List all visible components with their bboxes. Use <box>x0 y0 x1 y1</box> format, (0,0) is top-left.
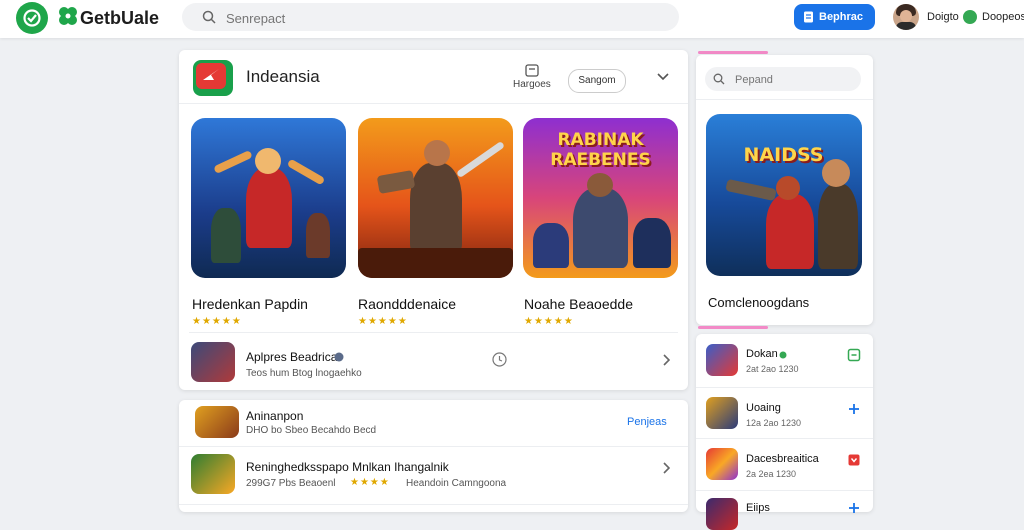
row-title[interactable]: Aninanpon <box>246 409 303 423</box>
avatar[interactable] <box>893 4 919 30</box>
side-search-input[interactable] <box>733 71 857 89</box>
app-row-icon[interactable] <box>191 454 235 494</box>
user-name[interactable]: Doigto <box>927 11 959 23</box>
featured-tile-image[interactable]: RABINAK RAEBENES <box>523 118 678 278</box>
app-icon <box>193 60 233 96</box>
divider <box>179 504 688 505</box>
list-item-title[interactable]: Uoaing <box>746 402 781 414</box>
row-subtitle: DHO bo Sbeo Becahdo Becd <box>246 425 377 436</box>
divider <box>696 490 873 491</box>
list-item-title[interactable]: Dokan <box>746 348 778 360</box>
list-item-title[interactable]: Eiips <box>746 502 770 514</box>
chevron-right-icon[interactable] <box>662 354 670 366</box>
page-title: Indeansia <box>246 67 320 86</box>
list-item-subtitle: 2a 2ea 1230 <box>746 469 797 479</box>
tile-name[interactable]: Noahe Beaoedde <box>524 296 633 312</box>
check-box-icon[interactable] <box>847 348 861 362</box>
divider <box>189 332 678 333</box>
divider <box>179 103 688 104</box>
rating-stars: ★★★★★ <box>192 316 242 327</box>
tile-name[interactable]: Raondddenaice <box>358 296 456 312</box>
row-subtitle: Heandoin Camngoona <box>406 478 507 489</box>
app-row-icon[interactable] <box>195 406 239 438</box>
search-icon <box>202 10 216 24</box>
list-item-subtitle: 2at 2ao 1230 <box>746 364 799 374</box>
clock-icon[interactable] <box>492 352 507 367</box>
sort-button[interactable]: Sangom <box>568 69 626 93</box>
side-search-bar[interactable] <box>705 67 861 91</box>
main-app-card: Indeansia Hargoes Sangom RABINAK RAEBENE… <box>179 50 688 390</box>
remove-icon[interactable] <box>847 453 861 467</box>
app-row-icon[interactable] <box>191 342 235 382</box>
list-item-icon[interactable] <box>706 397 738 429</box>
side-featured-image[interactable]: NAIDSS <box>706 114 862 276</box>
top-bar: GetbUale Bephrac Doigto Doopeos <box>0 0 1024 38</box>
plus-icon[interactable] <box>847 402 861 416</box>
row-action-link[interactable]: Penjeas <box>627 416 667 428</box>
arrow-icon <box>203 69 219 80</box>
document-icon <box>804 11 813 23</box>
status-dot-icon <box>963 10 977 24</box>
manage-icon[interactable] <box>525 64 539 77</box>
chevron-down-icon[interactable] <box>656 72 670 82</box>
list-item-icon[interactable] <box>706 344 738 376</box>
row-title[interactable]: Aplpres Beadrica <box>246 350 337 364</box>
brand-name: GetbUale <box>80 8 160 28</box>
manage-label[interactable]: Hargoes <box>513 79 551 90</box>
row-subtitle: 299G7 Pbs Beaoenl <box>246 478 336 489</box>
search-bar[interactable] <box>182 3 679 31</box>
list-item-subtitle: 12a 2ao 1230 <box>746 418 802 428</box>
help-link[interactable]: Doopeos <box>982 11 1024 23</box>
divider <box>696 438 873 439</box>
list-item-title[interactable]: Dacesbreaitica <box>746 453 819 465</box>
divider <box>179 446 688 447</box>
logo-icon <box>23 9 41 27</box>
tile-name[interactable]: Hredenkan Papdin <box>192 296 308 312</box>
tab-indicator <box>698 51 768 54</box>
rating-stars: ★★★★★ <box>524 316 574 327</box>
list-item-icon[interactable] <box>706 498 738 530</box>
list-item-icon[interactable] <box>706 448 738 480</box>
app-list-card: Aninanpon DHO bo Sbeo Becahdo Becd Penje… <box>179 400 688 512</box>
tile-art-title: RABINAK RAEBENES <box>550 130 651 170</box>
side-featured-name[interactable]: Comclenoogdans <box>708 295 809 310</box>
chevron-right-icon[interactable] <box>662 462 670 474</box>
status-dot-icon <box>779 351 787 359</box>
info-icon[interactable] <box>334 352 344 362</box>
tab-indicator <box>698 326 768 329</box>
search-input[interactable] <box>224 8 628 28</box>
divider <box>696 99 873 100</box>
install-button[interactable]: Bephrac <box>794 4 875 30</box>
install-button-label: Bephrac <box>819 11 864 23</box>
rating-stars: ★★★★★ <box>358 316 408 327</box>
row-subtitle: Teos hum Btog lnogaehko <box>246 368 362 379</box>
side-app-list: Dokan 2at 2ao 1230 Uoaing 12a 2ao 1230 D… <box>696 334 873 530</box>
side-featured-card: NAIDSS Comclenoogdans <box>696 55 873 325</box>
plus-icon[interactable] <box>847 501 861 515</box>
divider <box>696 387 873 388</box>
featured-tile-image[interactable] <box>358 118 513 278</box>
row-title[interactable]: Reninghedksspapo Mnlkan Ihangalnik <box>246 460 449 474</box>
app-logo[interactable] <box>16 2 48 34</box>
rating-stars: ★★★★ <box>350 477 390 488</box>
featured-tile-image[interactable] <box>191 118 346 278</box>
clover-icon <box>59 7 77 25</box>
search-icon <box>713 73 725 85</box>
